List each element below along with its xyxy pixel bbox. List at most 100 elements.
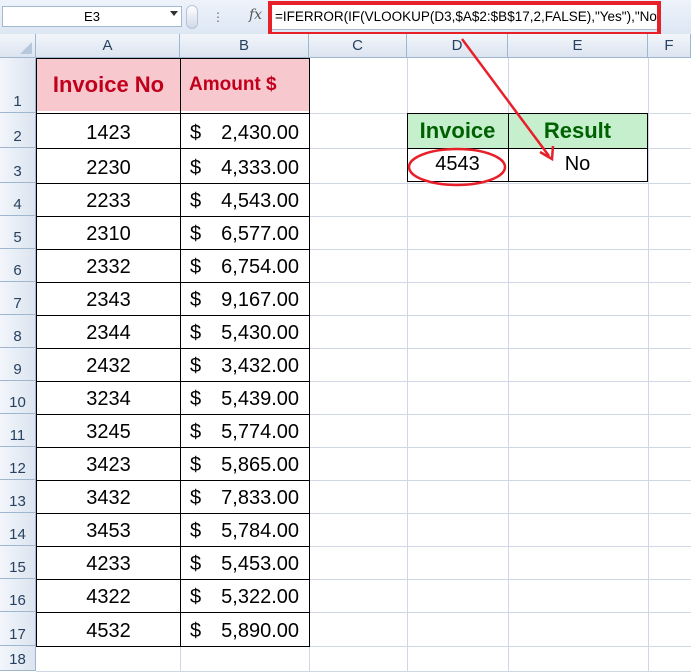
amount-cell[interactable]: $5,453.00 <box>180 546 309 579</box>
name-box-dropdown-icon[interactable] <box>170 11 178 16</box>
main-table-rule <box>36 282 310 283</box>
invoice-cell[interactable]: 2332 <box>37 249 180 282</box>
gridline-horizontal <box>36 646 691 647</box>
select-all-corner[interactable] <box>0 34 36 58</box>
currency-symbol: $ <box>190 487 202 509</box>
row-header-9[interactable]: 9 <box>0 348 36 381</box>
header-amount[interactable]: Amount $ <box>180 58 309 111</box>
invoice-cell[interactable]: 2344 <box>37 315 180 348</box>
amount-cell[interactable]: $3,432.00 <box>180 348 309 381</box>
row-header-5[interactable]: 5 <box>0 216 36 249</box>
invoice-cell[interactable]: 2230 <box>37 148 180 183</box>
invoice-cell[interactable]: 3453 <box>37 513 180 546</box>
amount-value: 7,833.00 <box>221 487 299 509</box>
main-table-rule <box>36 148 310 149</box>
invoice-cell[interactable]: 2233 <box>37 183 180 216</box>
main-table-rule <box>36 546 310 547</box>
main-table-rule <box>36 183 310 184</box>
invoice-cell[interactable]: 4233 <box>37 546 180 579</box>
amount-value: 5,439.00 <box>221 388 299 410</box>
row-header-15[interactable]: 15 <box>0 546 36 579</box>
row-header-1[interactable]: 1 <box>0 58 36 113</box>
amount-value: 6,754.00 <box>221 256 299 278</box>
currency-symbol: $ <box>190 223 202 245</box>
column-header-d[interactable]: D <box>407 34 508 58</box>
amount-value: 9,167.00 <box>221 289 299 311</box>
name-box[interactable]: E3 <box>2 6 182 27</box>
row-header-8[interactable]: 8 <box>0 315 36 348</box>
row-header-3[interactable]: 3 <box>0 148 36 183</box>
currency-symbol: $ <box>190 157 202 179</box>
invoice-cell[interactable]: 3423 <box>37 447 180 480</box>
amount-cell[interactable]: $5,784.00 <box>180 513 309 546</box>
invoice-cell[interactable]: 4532 <box>37 612 180 646</box>
amount-cell[interactable]: $5,322.00 <box>180 579 309 612</box>
formula-bar-splitter[interactable] <box>186 5 198 29</box>
currency-symbol: $ <box>190 355 202 377</box>
currency-symbol: $ <box>190 520 202 542</box>
invoice-cell[interactable]: 2343 <box>37 282 180 315</box>
column-header-e[interactable]: E <box>508 34 648 58</box>
amount-cell[interactable]: $4,333.00 <box>180 148 309 183</box>
amount-value: 3,432.00 <box>221 355 299 377</box>
row-header-14[interactable]: 14 <box>0 513 36 546</box>
amount-cell[interactable]: $5,865.00 <box>180 447 309 480</box>
amount-cell[interactable]: $5,774.00 <box>180 414 309 447</box>
row-header-11[interactable]: 11 <box>0 414 36 447</box>
currency-symbol: $ <box>190 322 202 344</box>
amount-value: 4,543.00 <box>221 190 299 212</box>
main-table-rule <box>36 480 310 481</box>
lookup-invoice-value[interactable]: 4543 <box>407 148 508 181</box>
column-header-b[interactable]: B <box>180 34 309 58</box>
amount-cell[interactable]: $5,890.00 <box>180 612 309 646</box>
currency-symbol: $ <box>190 289 202 311</box>
header-invoice-no[interactable]: Invoice No <box>37 58 180 111</box>
row-header-13[interactable]: 13 <box>0 480 36 513</box>
row-header-18[interactable]: 18 <box>0 646 36 671</box>
lookup-result-value[interactable]: No <box>508 148 647 181</box>
row-header-7[interactable]: 7 <box>0 282 36 315</box>
lookup-header-result[interactable]: Result <box>508 113 647 148</box>
column-header-f[interactable]: F <box>648 34 691 58</box>
amount-value: 5,774.00 <box>221 421 299 443</box>
main-table-rule <box>36 579 310 580</box>
amount-cell[interactable]: $6,577.00 <box>180 216 309 249</box>
currency-symbol: $ <box>190 586 202 608</box>
row-header-10[interactable]: 10 <box>0 381 36 414</box>
invoice-cell[interactable]: 4322 <box>37 579 180 612</box>
row-header-17[interactable]: 17 <box>0 612 36 646</box>
column-header-c[interactable]: C <box>309 34 407 58</box>
column-header-a[interactable]: A <box>36 34 180 58</box>
insert-function-icon[interactable]: fx <box>249 7 262 23</box>
amount-cell[interactable]: $2,430.00 <box>180 113 309 148</box>
invoice-cell[interactable]: 3234 <box>37 381 180 414</box>
main-table-rule <box>36 249 310 250</box>
amount-value: 5,865.00 <box>221 454 299 476</box>
currency-symbol: $ <box>190 421 202 443</box>
amount-value: 6,577.00 <box>221 223 299 245</box>
amount-cell[interactable]: $5,430.00 <box>180 315 309 348</box>
row-header-6[interactable]: 6 <box>0 249 36 282</box>
currency-symbol: $ <box>190 388 202 410</box>
invoice-cell[interactable]: 2310 <box>37 216 180 249</box>
invoice-cell[interactable]: 2432 <box>37 348 180 381</box>
invoice-cell[interactable]: 3245 <box>37 414 180 447</box>
row-header-2[interactable]: 2 <box>0 113 36 148</box>
row-header-12[interactable]: 12 <box>0 447 36 480</box>
amount-cell[interactable]: $5,439.00 <box>180 381 309 414</box>
invoice-cell[interactable]: 1423 <box>37 113 180 148</box>
row-header-4[interactable]: 4 <box>0 183 36 216</box>
main-table-rule <box>36 447 310 448</box>
amount-value: 5,890.00 <box>221 620 299 642</box>
row-header-16[interactable]: 16 <box>0 579 36 612</box>
amount-cell[interactable]: $4,543.00 <box>180 183 309 216</box>
lookup-header-invoice[interactable]: Invoice <box>407 113 508 148</box>
amount-cell[interactable]: $6,754.00 <box>180 249 309 282</box>
amount-cell[interactable]: $7,833.00 <box>180 480 309 513</box>
lookup-table-rule <box>407 148 648 149</box>
main-table-rule <box>36 315 310 316</box>
currency-symbol: $ <box>190 122 202 144</box>
invoice-cell[interactable]: 3432 <box>37 480 180 513</box>
amount-cell[interactable]: $9,167.00 <box>180 282 309 315</box>
formula-input[interactable]: =IFERROR(IF(VLOOKUP(D3,$A$2:$B$17,2,FALS… <box>270 4 659 30</box>
